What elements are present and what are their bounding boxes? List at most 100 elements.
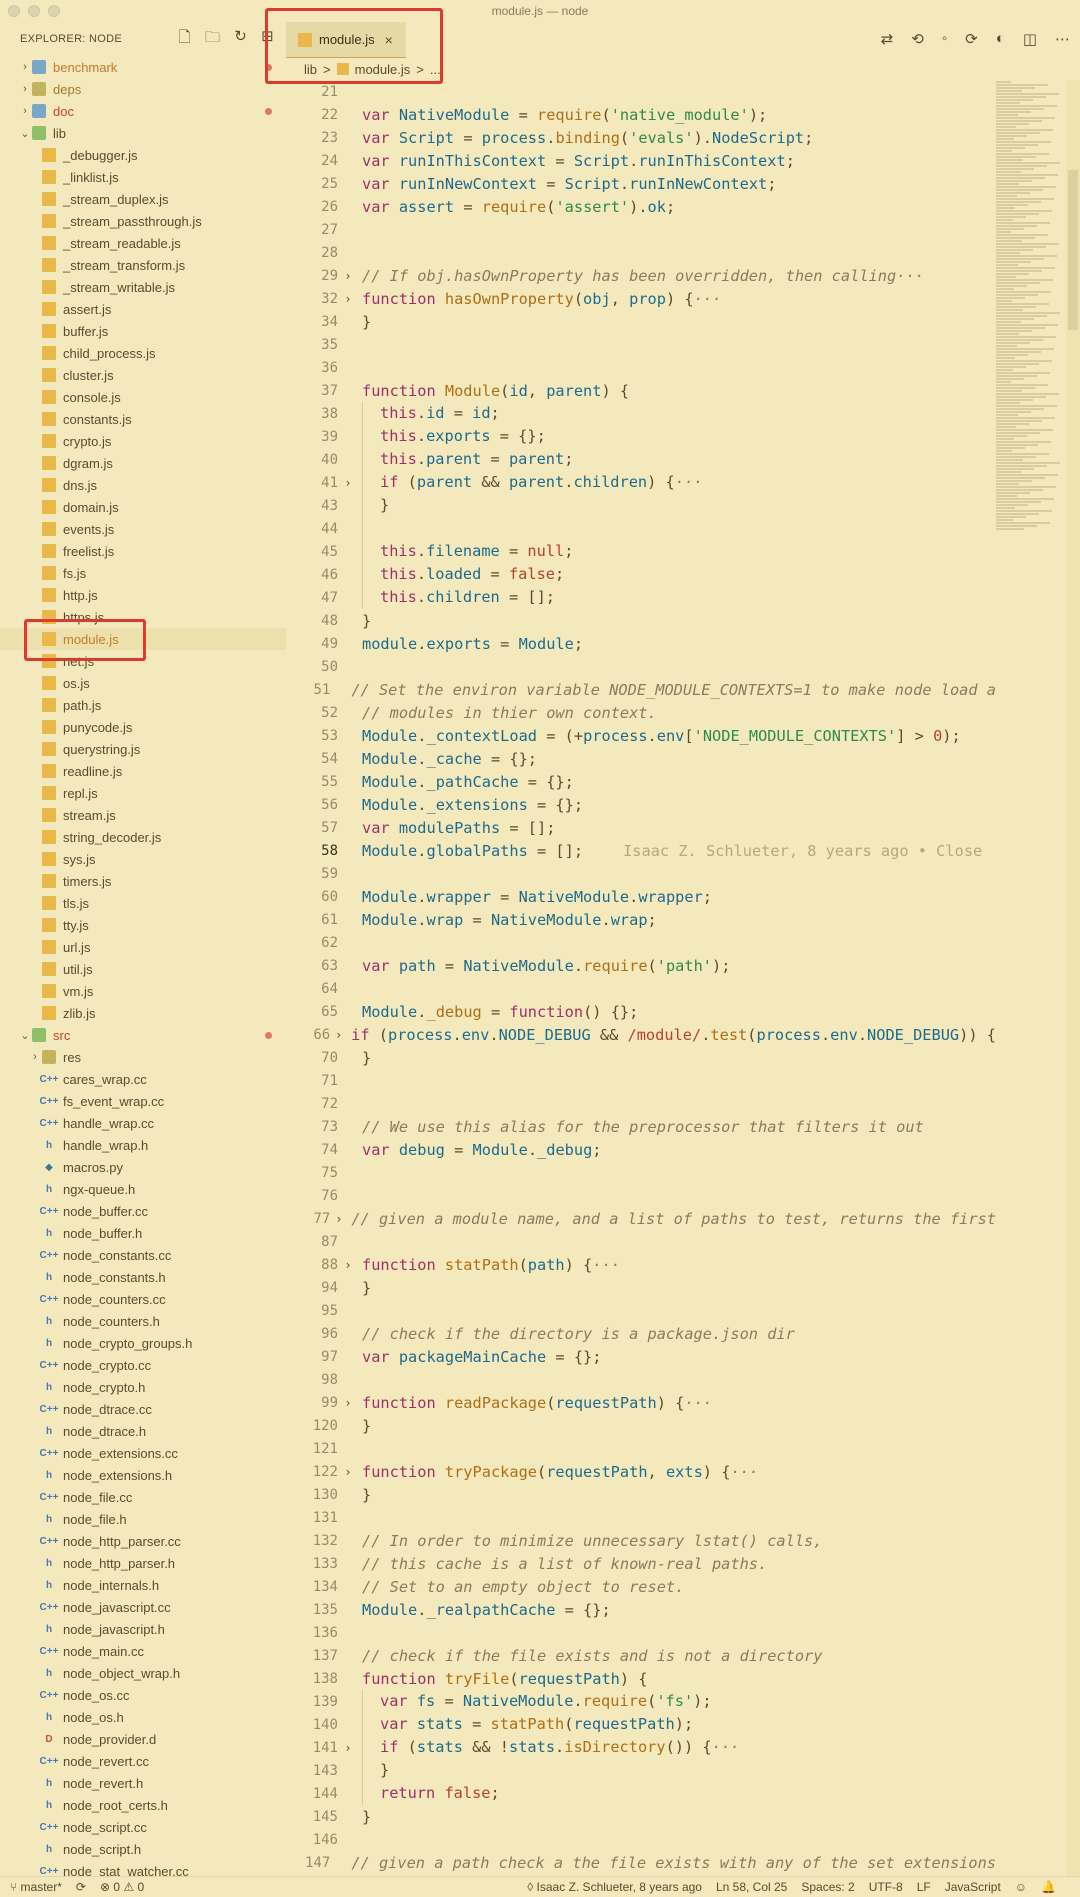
tree-item[interactable]: h node_internals.h <box>0 1574 286 1596</box>
tree-item[interactable]: freelist.js <box>0 540 286 562</box>
next-change-icon[interactable]: ⟳ <box>965 30 978 48</box>
code-line[interactable]: 36 <box>286 356 996 379</box>
tree-item[interactable]: C++ node_javascript.cc <box>0 1596 286 1618</box>
tree-item[interactable]: os.js <box>0 672 286 694</box>
tree-item[interactable]: Dnode_provider.d <box>0 1728 286 1750</box>
tree-item[interactable]: ⌄ lib <box>0 122 286 144</box>
code-line[interactable]: 120} <box>286 1414 996 1437</box>
split-editor-icon[interactable]: ◫ <box>1023 30 1037 48</box>
code-line[interactable]: 25 var runInNewContext = Script.runInNewC… <box>286 172 996 195</box>
fold-chevron-icon[interactable]: › <box>338 1741 358 1755</box>
maximize-window-icon[interactable] <box>48 5 60 17</box>
tree-item[interactable]: dgram.js <box>0 452 286 474</box>
fold-chevron-icon[interactable]: › <box>330 1212 347 1226</box>
code-line[interactable]: 35 <box>286 333 996 356</box>
tree-item[interactable]: util.js <box>0 958 286 980</box>
code-line[interactable]: 27 <box>286 218 996 241</box>
tree-item[interactable]: fs.js <box>0 562 286 584</box>
code-line[interactable]: 76 <box>286 1184 996 1207</box>
code-line[interactable]: 147 // given a path check a the file exis… <box>286 1851 996 1874</box>
tree-item[interactable]: C++ node_stat_watcher.cc <box>0 1860 286 1877</box>
tree-item[interactable]: C++ node_dtrace.cc <box>0 1398 286 1420</box>
tree-item[interactable]: _stream_writable.js <box>0 276 286 298</box>
tree-item[interactable]: stream.js <box>0 804 286 826</box>
tree-item[interactable]: C++ node_os.cc <box>0 1684 286 1706</box>
code-line[interactable]: 55 Module._pathCache = {}; <box>286 770 996 793</box>
tree-item[interactable]: _debugger.js <box>0 144 286 166</box>
fold-chevron-icon[interactable]: › <box>338 269 358 283</box>
tree-item[interactable]: zlib.js <box>0 1002 286 1024</box>
tree-item[interactable]: h node_crypto_groups.h <box>0 1332 286 1354</box>
sync-icon[interactable]: ⟳ <box>76 1880 86 1894</box>
code-line[interactable]: 96 // check if the directory is a package… <box>286 1322 996 1345</box>
git-lens-icon[interactable]: ◐ <box>996 30 1005 48</box>
tree-item[interactable]: _stream_transform.js <box>0 254 286 276</box>
code-line[interactable]: 137 // check if the file exists and is no… <box>286 1644 996 1667</box>
code-line[interactable]: 138 function tryFile(requestPath) { <box>286 1667 996 1690</box>
tree-item[interactable]: string_decoder.js <box>0 826 286 848</box>
code-line[interactable]: 38 this.id = id; <box>286 402 996 425</box>
tree-item[interactable]: _stream_duplex.js <box>0 188 286 210</box>
code-line[interactable]: 61 Module.wrap = NativeModule.wrap; <box>286 908 996 931</box>
tree-item[interactable]: h node_file.h <box>0 1508 286 1530</box>
code-line[interactable]: 41 › if (parent && parent.children) {··· <box>286 471 996 494</box>
breadcrumb-folder[interactable]: lib <box>304 62 317 77</box>
new-folder-icon[interactable]: 🗀 <box>205 27 220 52</box>
window-controls[interactable] <box>8 5 60 17</box>
code-line[interactable]: 146 <box>286 1828 996 1851</box>
tree-item[interactable]: _stream_passthrough.js <box>0 210 286 232</box>
tree-item[interactable]: h node_dtrace.h <box>0 1420 286 1442</box>
code-line[interactable]: 47 this.children = []; <box>286 586 996 609</box>
previous-change-icon[interactable]: ◦ <box>942 30 947 48</box>
code-line[interactable]: 51 // Set the environ variable NODE_MODUL… <box>286 678 996 701</box>
code-line[interactable]: 39 this.exports = {}; <box>286 425 996 448</box>
code-line[interactable]: 136 <box>286 1621 996 1644</box>
tab-module-js[interactable]: module.js × <box>286 22 406 58</box>
code-line[interactable]: 34} <box>286 310 996 333</box>
vertical-scrollbar[interactable] <box>1066 80 1080 1876</box>
code-line[interactable]: 23 var Script = process.binding('evals').… <box>286 126 996 149</box>
code-line[interactable]: 65 Module._debug = function() {}; <box>286 1000 996 1023</box>
scrollbar-thumb[interactable] <box>1068 170 1078 330</box>
tree-item[interactable]: vm.js <box>0 980 286 1002</box>
compare-changes-icon[interactable]: ⇄ <box>881 30 894 48</box>
code-line[interactable]: 45 this.filename = null; <box>286 540 996 563</box>
code-line[interactable]: 64 <box>286 977 996 1000</box>
tree-item[interactable]: punycode.js <box>0 716 286 738</box>
tree-item[interactable]: h ngx-queue.h <box>0 1178 286 1200</box>
code-line[interactable]: 29 › // If obj.hasOwnProperty has been ove… <box>286 264 996 287</box>
tree-item[interactable]: _stream_readable.js <box>0 232 286 254</box>
code-line[interactable]: 62 <box>286 931 996 954</box>
code-line[interactable]: 121 <box>286 1437 996 1460</box>
tree-item[interactable]: C++ node_http_parser.cc <box>0 1530 286 1552</box>
tree-item[interactable]: C++ node_revert.cc <box>0 1750 286 1772</box>
code-line[interactable]: 98 <box>286 1368 996 1391</box>
tree-item[interactable]: cluster.js <box>0 364 286 386</box>
problems-indicator[interactable]: ⊗ 0 ⚠ 0 <box>100 1880 144 1894</box>
code-line[interactable]: 97 var packageMainCache = {}; <box>286 1345 996 1368</box>
fold-chevron-icon[interactable]: › <box>338 476 358 490</box>
code-line[interactable]: 32 › function hasOwnProperty(obj, prop) {·… <box>286 287 996 310</box>
indentation[interactable]: Spaces: 2 <box>801 1880 854 1894</box>
tree-item[interactable]: C++ node_main.cc <box>0 1640 286 1662</box>
code-line[interactable]: 59 <box>286 862 996 885</box>
tree-item[interactable]: h node_constants.h <box>0 1266 286 1288</box>
collapse-icon[interactable]: ⊟ <box>261 27 274 52</box>
code-line[interactable]: 134 // Set to an empty object to reset. <box>286 1575 996 1598</box>
code-line[interactable]: 53 Module._contextLoad = (+process.env['N… <box>286 724 996 747</box>
tree-item[interactable]: tls.js <box>0 892 286 914</box>
tree-item[interactable]: C++ node_constants.cc <box>0 1244 286 1266</box>
tree-item[interactable]: assert.js <box>0 298 286 320</box>
code-line[interactable]: 122 › function tryPackage(requestPath, ext… <box>286 1460 996 1483</box>
code-line[interactable]: 140 var stats = statPath(requestPath); <box>286 1713 996 1736</box>
tree-item[interactable]: tty.js <box>0 914 286 936</box>
tree-item[interactable]: › res <box>0 1046 286 1068</box>
code-line[interactable]: 70} <box>286 1046 996 1069</box>
tree-item[interactable]: http.js <box>0 584 286 606</box>
tree-item[interactable]: path.js <box>0 694 286 716</box>
branch-indicator[interactable]: ⑂ master* <box>10 1880 62 1894</box>
code-line[interactable]: 135 Module._realpathCache = {}; <box>286 1598 996 1621</box>
tree-item[interactable]: C++ node_crypto.cc <box>0 1354 286 1376</box>
code-line[interactable]: 139 var fs = NativeModule.require('fs'); <box>286 1690 996 1713</box>
tree-item[interactable]: C++ node_counters.cc <box>0 1288 286 1310</box>
